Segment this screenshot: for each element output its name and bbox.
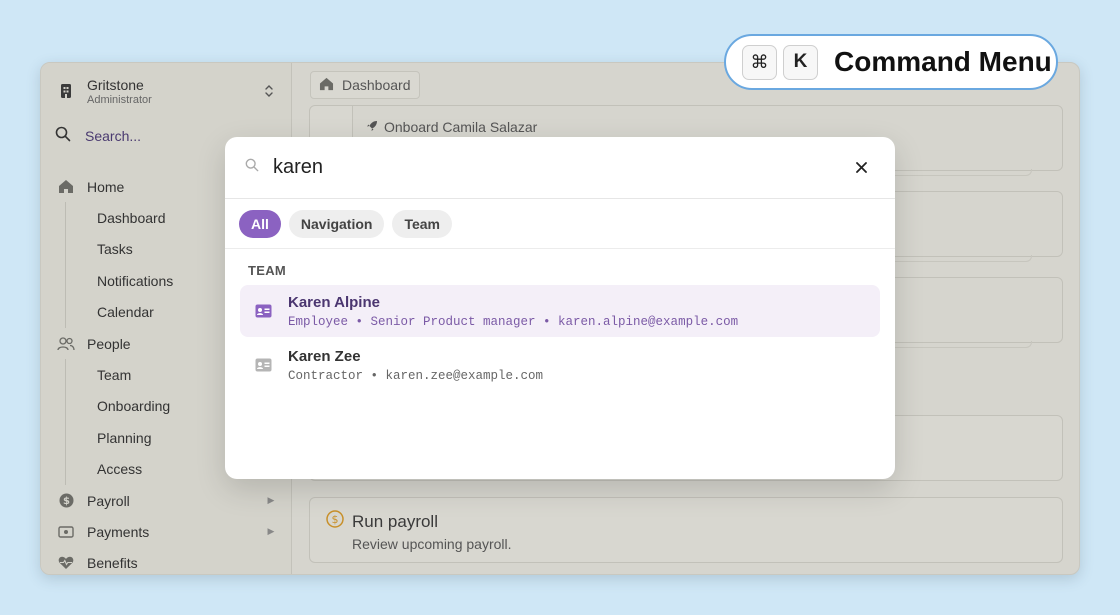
breadcrumb-label: Dashboard (342, 77, 411, 93)
org-name: Gritstone (87, 76, 144, 93)
search-label: Search... (85, 128, 142, 144)
heart-pulse-icon (55, 552, 77, 574)
svg-text:$: $ (63, 496, 70, 507)
sidebar-item-benefits[interactable]: Benefits (55, 548, 277, 574)
payroll-title: $ Run payroll (326, 510, 438, 533)
svg-text:$: $ (332, 513, 339, 526)
chevron-up-down-icon[interactable] (261, 81, 277, 101)
home-icon (55, 176, 77, 198)
result-meta: Employee • Senior Product manager • kare… (288, 314, 739, 329)
id-card-icon (240, 304, 286, 318)
k-key: K (783, 44, 818, 80)
sidebar-item-label: Payroll (87, 492, 130, 509)
result-text: Karen Alpine Employee • Senior Product m… (288, 294, 738, 329)
filter-chip-team[interactable]: Team (392, 209, 453, 238)
result-meta: Contractor • karen.zee@example.com (288, 368, 544, 383)
people-icon (55, 333, 77, 355)
task-title-label: Onboard Camila Salazar (384, 119, 538, 135)
filter-chips: All Navigation Team (225, 199, 895, 249)
home-icon (319, 77, 334, 94)
result-item[interactable]: Karen Zee Contractor • karen.zee@example… (240, 339, 880, 391)
result-text: Karen Zee Contractor • karen.zee@example… (288, 348, 543, 383)
filter-chip-all[interactable]: All (239, 209, 281, 238)
run-payroll-card[interactable]: $ Run payroll Review upcoming payroll. (309, 497, 1063, 563)
command-key-icon: ⌘ (742, 44, 777, 80)
sidebar-item-payments[interactable]: Payments ▶ (55, 516, 277, 547)
sidebar-item-payroll[interactable]: $ Payroll ▶ (55, 485, 277, 516)
dollar-coin-icon: $ (326, 510, 344, 533)
id-card-icon (240, 358, 286, 372)
breadcrumb[interactable]: Dashboard (310, 71, 420, 99)
sidebar-item-label: Benefits (87, 555, 138, 572)
dollar-coin-icon: $ (55, 490, 77, 512)
result-name: Karen Zee (288, 347, 361, 365)
chevron-right-icon[interactable]: ▶ (265, 495, 277, 506)
org-role: Administrator (87, 93, 152, 106)
payroll-title-label: Run payroll (352, 511, 438, 531)
chevron-right-icon[interactable]: ▶ (265, 526, 277, 537)
close-icon[interactable] (853, 159, 869, 175)
command-search-input[interactable]: karen (273, 156, 323, 179)
banknote-icon (55, 521, 77, 543)
shortcut-badge: ⌘ K Command Menu (724, 34, 1058, 90)
rocket-icon (366, 119, 378, 135)
command-menu-dialog: karen All Navigation Team TEAM Karen Alp… (225, 137, 895, 479)
section-heading: TEAM (248, 263, 287, 278)
search-icon (55, 126, 71, 147)
search-icon (245, 158, 259, 177)
filter-chip-navigation[interactable]: Navigation (288, 209, 385, 238)
command-search-bar[interactable]: karen (225, 137, 895, 199)
result-item[interactable]: Karen Alpine Employee • Senior Product m… (240, 285, 880, 337)
task-title: Onboard Camila Salazar (366, 119, 537, 135)
org-switcher[interactable]: Gritstone Administrator (55, 73, 277, 109)
result-name: Karen Alpine (288, 293, 380, 311)
payroll-description: Review upcoming payroll. (352, 536, 512, 552)
shortcut-title: Command Menu (834, 46, 1052, 77)
building-icon (55, 80, 77, 102)
sidebar-item-label: Payments (87, 523, 150, 540)
